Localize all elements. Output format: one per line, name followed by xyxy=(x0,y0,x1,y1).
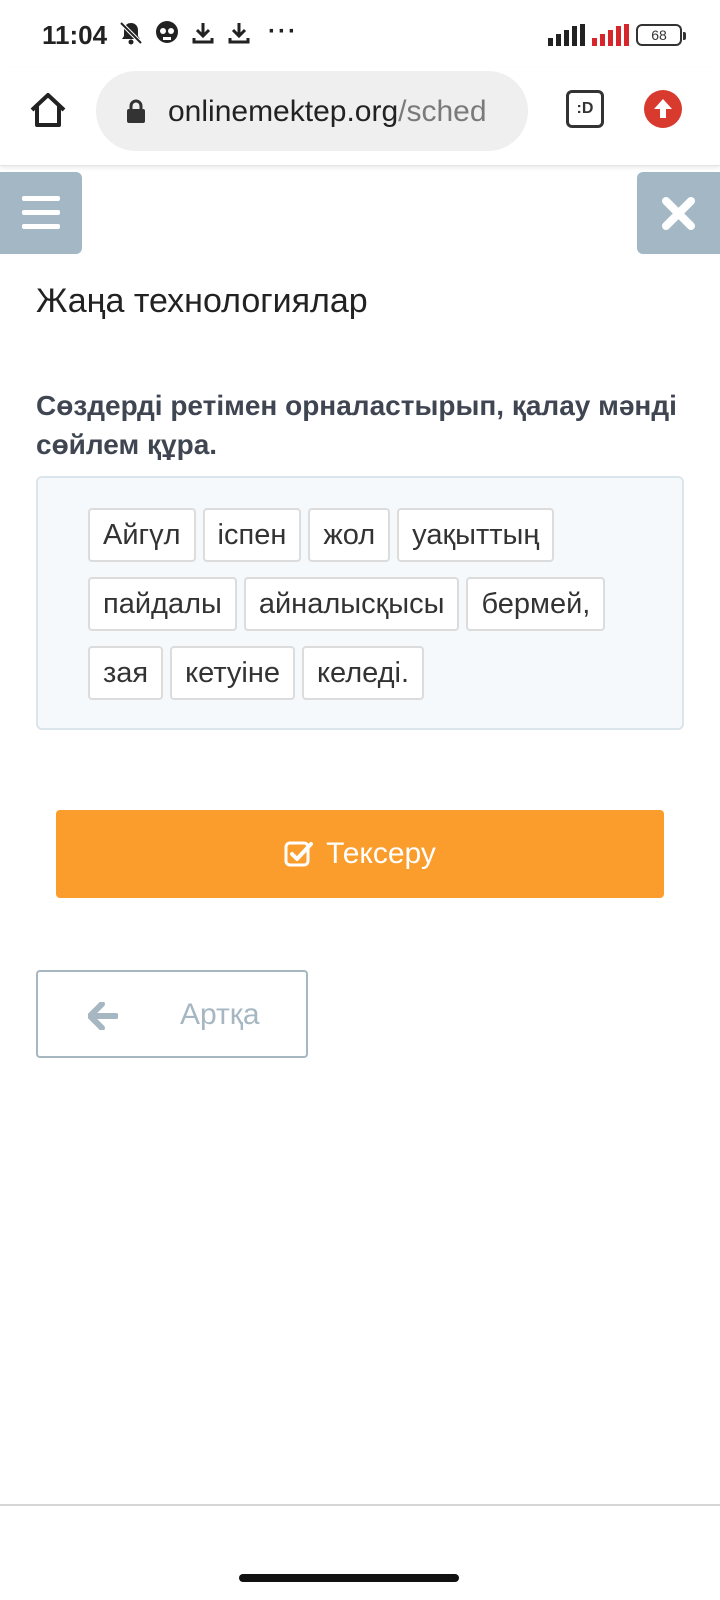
back-button[interactable]: Артқа xyxy=(36,970,308,1058)
word-chip[interactable]: пайдалы xyxy=(88,577,237,631)
signal-weak-icon xyxy=(592,24,629,46)
status-notification-icons xyxy=(118,20,252,46)
lock-icon xyxy=(126,99,146,123)
status-bar: 11:04 ··· 68 xyxy=(0,0,720,68)
check-button-label: Тексеру xyxy=(326,837,436,870)
close-button[interactable] xyxy=(637,172,720,254)
word-chip[interactable]: зая xyxy=(88,646,164,700)
word-chip[interactable]: іспен xyxy=(202,508,302,562)
hamburger-icon xyxy=(22,196,60,201)
home-icon[interactable] xyxy=(28,90,68,130)
checkbox-check-icon xyxy=(284,841,314,867)
word-chip[interactable]: келеді. xyxy=(302,646,425,700)
word-bank: Айгүл іспен жол уақыттың пайдалы айналыс… xyxy=(36,476,684,730)
url-text: onlinemektep.org/sched xyxy=(168,95,487,129)
url-domain: onlinemektep.org xyxy=(168,95,399,128)
home-indicator[interactable] xyxy=(239,1574,459,1582)
task-instruction: Сөздерді ретімен орналастырып, қалау мән… xyxy=(36,390,677,460)
address-bar[interactable]: onlinemektep.org/sched xyxy=(96,71,528,151)
close-icon xyxy=(662,197,695,230)
page-title: Жаңа технологиялар xyxy=(36,282,368,320)
browser-toolbar: onlinemektep.org/sched :D xyxy=(0,68,720,166)
status-time: 11:04 xyxy=(42,20,108,50)
arrow-left-icon xyxy=(88,1002,118,1030)
battery-icon: 68 xyxy=(636,24,686,46)
ghost-icon xyxy=(154,20,180,46)
word-chip[interactable]: айналысқысы xyxy=(243,577,460,631)
word-row: Айгүл іспен жол уақыттың xyxy=(88,508,555,562)
word-row: пайдалы айналысқысы бермей, xyxy=(88,577,606,631)
word-chip[interactable]: кетуіне xyxy=(170,646,296,700)
word-row: зая кетуіне келеді. xyxy=(88,646,425,700)
word-chip[interactable]: жол xyxy=(308,508,391,562)
download-icon xyxy=(190,20,216,46)
signal-icon xyxy=(548,24,585,46)
url-path: /sched xyxy=(398,95,487,128)
menu-button[interactable] xyxy=(0,172,82,254)
update-icon[interactable] xyxy=(644,90,682,128)
word-chip[interactable]: уақыттың xyxy=(397,508,555,562)
check-button[interactable]: Тексеру xyxy=(56,810,664,898)
word-chip[interactable]: бермей, xyxy=(466,577,606,631)
bottom-divider xyxy=(0,1504,720,1506)
tab-switcher-button[interactable]: :D xyxy=(566,90,604,128)
more-status-icons: ··· xyxy=(268,18,298,45)
muted-bell-icon xyxy=(118,20,144,46)
back-button-label: Артқа xyxy=(180,998,260,1031)
word-chip[interactable]: Айгүл xyxy=(88,508,196,562)
download-icon xyxy=(226,20,252,46)
